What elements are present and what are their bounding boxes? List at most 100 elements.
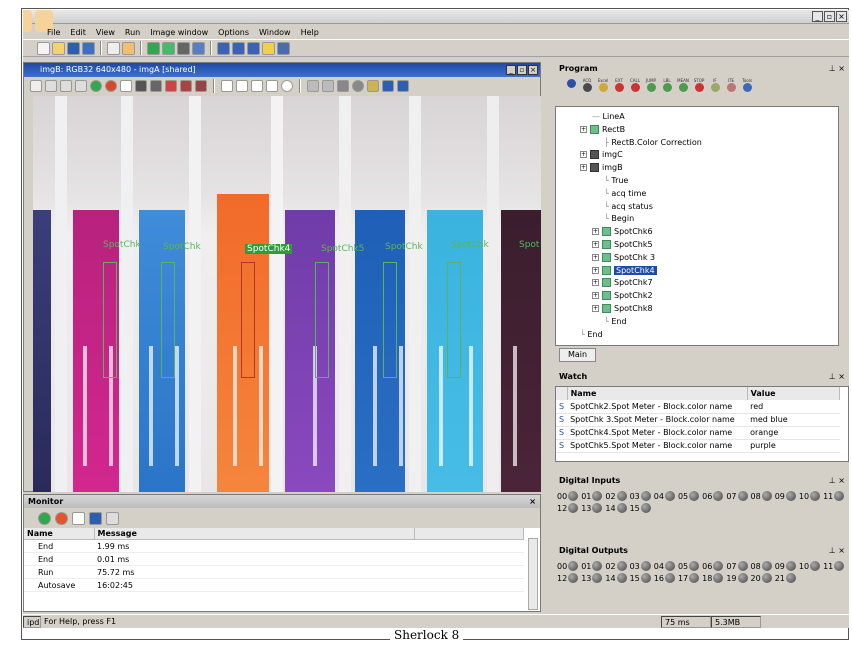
program-tool-icon[interactable]: Tools [741, 79, 753, 93]
run-icon[interactable] [147, 41, 160, 55]
program-tool-icon[interactable]: ACQ [581, 79, 593, 93]
expand-icon[interactable]: + [592, 253, 599, 261]
program-tool-icon[interactable]: LBL [661, 79, 673, 93]
image-save-icon[interactable] [382, 80, 394, 92]
arch-icon[interactable] [337, 80, 349, 92]
digital-output[interactable]: 03 [630, 561, 651, 571]
expand-icon[interactable]: + [592, 292, 599, 300]
digital-input[interactable]: 04 [654, 491, 675, 501]
monitor-options-icon[interactable] [106, 511, 119, 525]
digital-output[interactable]: 00 [557, 561, 579, 571]
program-tool-icon[interactable]: IF [709, 79, 721, 93]
spot-icon[interactable] [322, 80, 334, 92]
spot-label-active[interactable]: SpotChk4 [245, 244, 293, 254]
digital-input[interactable]: 11 [823, 491, 845, 501]
arc-tool-icon[interactable] [150, 80, 162, 92]
digital-output[interactable]: 10 [799, 561, 821, 571]
menu-item-image-window[interactable]: Image window [150, 28, 208, 37]
digital-input[interactable]: 12 [557, 503, 579, 513]
save-as-icon[interactable] [82, 41, 95, 55]
tree-node[interactable]: — LineA [592, 111, 625, 123]
watch-row[interactable]: S SpotChk5.Spot Meter - Block.color name p… [556, 439, 840, 453]
new-icon[interactable] [37, 41, 50, 55]
program-tool-icon[interactable]: ITE [725, 79, 737, 93]
expand-icon[interactable]: + [580, 164, 587, 172]
barcode-icon[interactable] [307, 80, 319, 92]
monitor-save-icon[interactable] [89, 511, 102, 525]
zoom-icon[interactable] [45, 80, 57, 92]
expand-icon[interactable]: + [592, 305, 599, 312]
spot-region[interactable] [315, 262, 329, 378]
digital-output[interactable]: 14 [605, 573, 627, 583]
arc-shape-icon[interactable] [266, 80, 278, 92]
program-tool-icon[interactable]: JUMP [645, 79, 657, 93]
digital-output[interactable]: 05 [678, 561, 700, 571]
watch-pin-icon[interactable]: ⊥ × [829, 370, 845, 383]
digital-input[interactable]: 14 [605, 503, 627, 513]
digital-input[interactable]: 05 [678, 491, 700, 501]
pin-icon[interactable]: ⊥ × [829, 62, 845, 75]
digital-output[interactable]: 13 [581, 573, 603, 583]
tree-node[interactable]: ├ RectB.Color Correction [604, 137, 702, 149]
red-circle-icon[interactable] [105, 80, 117, 92]
copy-icon[interactable] [107, 41, 120, 55]
digital-output[interactable]: 07 [726, 561, 748, 571]
digital-output[interactable]: 08 [751, 561, 772, 571]
roi-tool-icon[interactable] [165, 80, 177, 92]
digital-output[interactable]: 01 [581, 561, 603, 571]
digital-input[interactable]: 09 [775, 491, 796, 501]
tree-node[interactable]: └ End [580, 329, 603, 341]
tree-node[interactable]: └ End [604, 316, 627, 328]
monitor-scrollbar[interactable] [528, 538, 538, 610]
folder-icon[interactable] [367, 80, 379, 92]
tree-node[interactable]: + SpotChk2 [592, 290, 653, 302]
menu-item-file[interactable]: File [47, 28, 60, 37]
zoom-in-icon[interactable] [60, 80, 72, 92]
options-icon[interactable] [277, 41, 290, 55]
inputs-pin-icon[interactable]: ⊥ × [829, 474, 845, 487]
program-tool-icon[interactable]: CALL [629, 79, 641, 93]
bulb-icon[interactable] [262, 41, 275, 55]
monitor-run-icon[interactable] [38, 511, 51, 525]
digital-output[interactable]: 02 [605, 561, 627, 571]
monitor-new-icon[interactable] [72, 511, 85, 525]
menu-item-help[interactable]: Help [301, 28, 319, 37]
spot-region[interactable] [383, 262, 397, 378]
spot-region[interactable] [161, 262, 175, 378]
roi-tool-3-icon[interactable] [195, 80, 207, 92]
monitor-header-name[interactable]: Name [24, 528, 95, 540]
restore-button[interactable]: ▫ [824, 11, 835, 22]
expand-icon[interactable]: + [592, 241, 599, 248]
zoom-out-icon[interactable] [75, 80, 87, 92]
tree-node[interactable]: + SpotChk8 [592, 303, 653, 315]
watch-row[interactable]: S SpotChk4.Spot Meter - Block.color name o… [556, 426, 840, 440]
tree-node[interactable]: + SpotChk5 [592, 239, 653, 251]
digital-output[interactable]: 09 [775, 561, 796, 571]
digital-output[interactable]: 16 [654, 573, 675, 583]
digital-input[interactable]: 08 [751, 491, 772, 501]
monitor-row[interactable]: Run 75.72 ms [24, 565, 524, 579]
circle-tool-icon[interactable] [281, 80, 293, 92]
pointer-icon[interactable] [120, 80, 132, 92]
digital-input[interactable]: 02 [605, 491, 627, 501]
watch-header-value[interactable]: Value [747, 387, 841, 400]
menu-item-window[interactable]: Window [259, 28, 291, 37]
roi-tool-2-icon[interactable] [180, 80, 192, 92]
menu-item-run[interactable]: Run [125, 28, 140, 37]
green-circle-icon[interactable] [90, 80, 102, 92]
program-tool-icon[interactable]: Excel [597, 79, 609, 93]
paste-icon[interactable] [122, 41, 135, 55]
spot-region[interactable] [447, 262, 461, 378]
menu-item-view[interactable]: View [96, 28, 115, 37]
digital-input[interactable]: 01 [581, 491, 603, 501]
camera-image[interactable]: SpotChk SpotChk SpotChk4 SpotChk5 SpotCh… [33, 96, 541, 492]
digital-input[interactable]: 10 [799, 491, 821, 501]
digital-output[interactable]: 06 [702, 561, 724, 571]
menu-item-options[interactable]: Options [218, 28, 249, 37]
watch-row[interactable]: S SpotChk2.Spot Meter - Block.color name r… [556, 400, 840, 414]
monitor-stop-icon[interactable] [55, 511, 68, 525]
image-minimize-button[interactable]: _ [506, 65, 516, 75]
monitor-close-icon[interactable]: × [529, 495, 536, 508]
expand-icon[interactable]: + [592, 228, 599, 236]
monitor-header-message[interactable]: Message [94, 528, 415, 540]
